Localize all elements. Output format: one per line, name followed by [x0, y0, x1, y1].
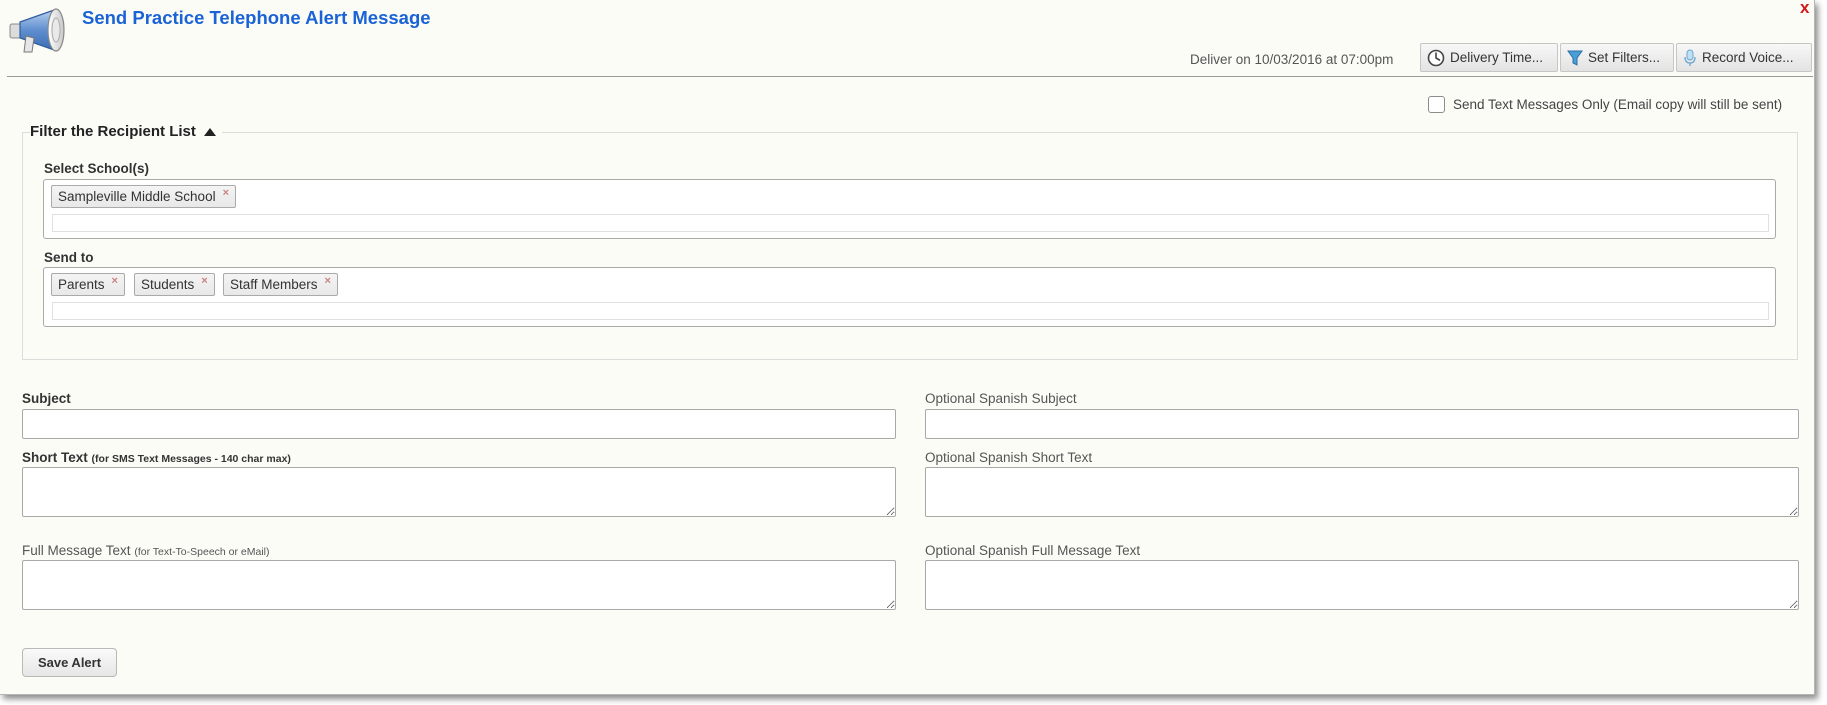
filter-legend[interactable]: Filter the Recipient List [30, 123, 222, 140]
full-text-label-text: Full Message Text [22, 543, 131, 558]
sms-only-checkbox[interactable] [1428, 96, 1445, 113]
send-to-search-input[interactable] [52, 302, 1769, 320]
send-to-multiselect[interactable]: Parents × Students × Staff Members × [43, 267, 1776, 327]
microphone-icon [1684, 49, 1696, 66]
delivery-time-label: Delivery Time... [1450, 50, 1544, 65]
recipient-tag-label: Parents [58, 277, 105, 292]
set-filters-button[interactable]: Set Filters... [1560, 43, 1674, 72]
schools-label: Select School(s) [44, 161, 150, 176]
short-text-textarea[interactable] [22, 467, 896, 517]
sms-only-option: Send Text Messages Only (Email copy will… [1428, 96, 1782, 113]
recipient-tag-parents: Parents × [51, 273, 125, 296]
school-tag: Sampleville Middle School × [51, 185, 237, 208]
recipient-tag-label: Staff Members [230, 277, 318, 292]
alert-dialog: Send Practice Telephone Alert Message x … [0, 0, 1815, 695]
full-text-hint: (for Text-To-Speech or eMail) [134, 546, 270, 558]
sms-only-label: Send Text Messages Only (Email copy will… [1453, 97, 1783, 112]
clock-icon [1427, 49, 1445, 66]
set-filters-label: Set Filters... [1588, 50, 1661, 65]
collapse-caret-icon [203, 127, 216, 136]
spanish-full-text-label: Optional Spanish Full Message Text [925, 543, 1141, 558]
schools-multiselect[interactable]: Sampleville Middle School × [43, 179, 1776, 239]
megaphone-icon [9, 8, 65, 53]
remove-tag-icon[interactable]: × [223, 187, 229, 199]
spanish-short-text-label: Optional Spanish Short Text [925, 450, 1093, 465]
spanish-full-text-textarea[interactable] [925, 560, 1799, 610]
record-voice-label: Record Voice... [1702, 50, 1794, 65]
close-icon[interactable]: x [1800, 0, 1809, 18]
delivery-time-button[interactable]: Delivery Time... [1420, 43, 1558, 72]
subject-label: Subject [22, 391, 71, 406]
recipient-tag-students: Students × [134, 273, 215, 296]
full-text-label: Full Message Text (for Text-To-Speech or… [22, 543, 270, 558]
spanish-subject-input[interactable] [925, 409, 1799, 439]
spanish-short-text-textarea[interactable] [925, 467, 1799, 517]
send-to-label: Send to [44, 250, 94, 265]
dialog-title: Send Practice Telephone Alert Message [82, 7, 431, 28]
record-voice-button[interactable]: Record Voice... [1676, 43, 1812, 72]
schools-search-input[interactable] [52, 214, 1769, 232]
recipient-tag-staff: Staff Members × [223, 273, 338, 296]
short-text-label: Short Text (for SMS Text Messages - 140 … [22, 450, 291, 465]
filter-legend-label: Filter the Recipient List [30, 123, 196, 140]
spanish-subject-label: Optional Spanish Subject [925, 391, 1077, 406]
remove-tag-icon[interactable]: × [112, 275, 118, 287]
full-text-textarea[interactable] [22, 560, 896, 610]
save-alert-button[interactable]: Save Alert [22, 648, 117, 677]
delivery-info: Deliver on 10/03/2016 at 07:00pm [1190, 52, 1394, 67]
subject-input[interactable] [22, 409, 896, 439]
recipient-tag-label: Students [141, 277, 195, 292]
short-text-hint: (for SMS Text Messages - 140 char max) [91, 453, 291, 465]
filter-icon [1567, 50, 1583, 66]
remove-tag-icon[interactable]: × [325, 275, 331, 287]
remove-tag-icon[interactable]: × [201, 275, 207, 287]
header-divider [7, 76, 1813, 77]
short-text-label-text: Short Text [22, 450, 88, 465]
school-tag-label: Sampleville Middle School [58, 189, 216, 204]
